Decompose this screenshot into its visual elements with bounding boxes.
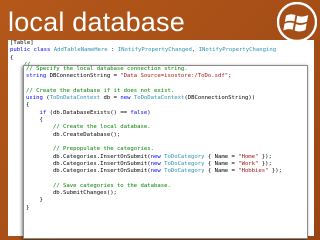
- code-token: });: [258, 153, 272, 160]
- code-token: { Name =: [204, 160, 239, 167]
- code-token: new: [120, 95, 134, 102]
- code-token: "Data Source=isostore:/ToDo.sdf": [120, 73, 229, 80]
- code-line: string DBConnectionString = "Data Source…: [24, 73, 307, 80]
- code-token: (DBConnectionString)): [184, 95, 256, 102]
- code-token: [Table]: [10, 40, 34, 46]
- code-token: "Work": [238, 160, 259, 167]
- code-line: db.CreateDatabase();: [24, 132, 307, 139]
- code-line: db.Categories.InsertOnSubmit(new ToDoCat…: [24, 168, 307, 175]
- code-token: db.CreateDatabase();: [26, 131, 121, 138]
- code-token: ToDoCategory: [164, 153, 205, 160]
- code-line: }: [24, 205, 307, 212]
- code-token: {: [10, 54, 14, 61]
- code-token: { Name =: [204, 168, 239, 175]
- code-token: (db.DatabaseExists() ==: [49, 109, 131, 116]
- code-token: // Save categories to the database.: [52, 182, 171, 189]
- code-token: ToDoDataContext: [49, 95, 101, 102]
- code-token: "Hobbies": [238, 168, 269, 175]
- code-token: {: [26, 102, 30, 109]
- code-line: {: [24, 102, 307, 109]
- code-token: db.Categories.InsertOnSubmit(: [26, 160, 151, 167]
- code-token: public class: [10, 47, 54, 54]
- code-token: { Name =: [204, 153, 239, 160]
- code-token: ): [147, 109, 151, 116]
- code-token: ToDoCategory: [164, 168, 205, 175]
- code-token: // Prepopulate the categories.: [52, 146, 154, 153]
- code-line: db.Categories.InsertOnSubmit(new ToDoCat…: [24, 154, 307, 161]
- code-line: {: [8, 55, 314, 62]
- code-token: string: [26, 73, 50, 80]
- code-token: });: [258, 160, 272, 167]
- code-token: });: [268, 168, 282, 175]
- code-line: using (ToDoDataContext db = new ToDoData…: [24, 95, 307, 102]
- code-line: // Prepopulate the categories.: [24, 146, 307, 153]
- code-line: [Table]: [8, 40, 314, 47]
- code-line: public class AddTableNameHere : INotifyP…: [8, 47, 314, 54]
- code-token: db.Categories.InsertOnSubmit(: [26, 168, 151, 175]
- code-token: new: [150, 160, 165, 167]
- code-panel-front: // Specify the local database connection…: [23, 65, 308, 239]
- code-token: // Specify the local database connection…: [26, 66, 188, 72]
- code-token: :: [107, 47, 118, 54]
- code-token: // Create the database if it does not ex…: [26, 87, 175, 94]
- code-token: INotifyPropertyChanged: [117, 47, 192, 54]
- code-token: ,: [191, 47, 199, 54]
- code-token: new: [150, 153, 165, 160]
- code-line: db.Categories.InsertOnSubmit(new ToDoCat…: [24, 161, 307, 168]
- code-line: if (db.DatabaseExists() == false): [24, 110, 307, 117]
- code-line: // Save categories to the database.: [24, 183, 307, 190]
- code-token: new: [150, 168, 165, 175]
- code-token: // Create the local database.: [52, 124, 151, 131]
- code-token: db.Categories.InsertOnSubmit(: [26, 153, 151, 160]
- code-token: }: [26, 204, 30, 211]
- code-token: db =: [100, 95, 121, 102]
- code-line: // Specify the local database connection…: [24, 66, 307, 73]
- code-line: db.SubmitChanges();: [24, 190, 307, 197]
- code-token: using: [26, 95, 47, 102]
- code-token: false: [130, 109, 148, 116]
- windows-logo-icon: [277, 2, 317, 42]
- code-token: ;: [228, 73, 232, 80]
- code-token: DBConnectionString =: [49, 73, 121, 80]
- code-token: }: [26, 197, 43, 204]
- code-line: // Create the local database.: [24, 124, 307, 131]
- code-line: // Create the database if it does not ex…: [24, 88, 307, 95]
- code-token: "Home": [238, 153, 259, 160]
- code-token: db.SubmitChanges();: [26, 190, 117, 197]
- code-token: AddTableNameHere: [53, 47, 108, 54]
- code-token: ToDoDataContext: [133, 95, 185, 102]
- code-token: INotifyPropertyChanging: [198, 47, 277, 54]
- code-line: {: [24, 117, 307, 124]
- slide-title: local database: [8, 7, 185, 37]
- code-token: if: [39, 109, 50, 116]
- code-token: {: [26, 117, 43, 124]
- code-line: }: [24, 197, 307, 204]
- code-token: ToDoCategory: [164, 160, 205, 167]
